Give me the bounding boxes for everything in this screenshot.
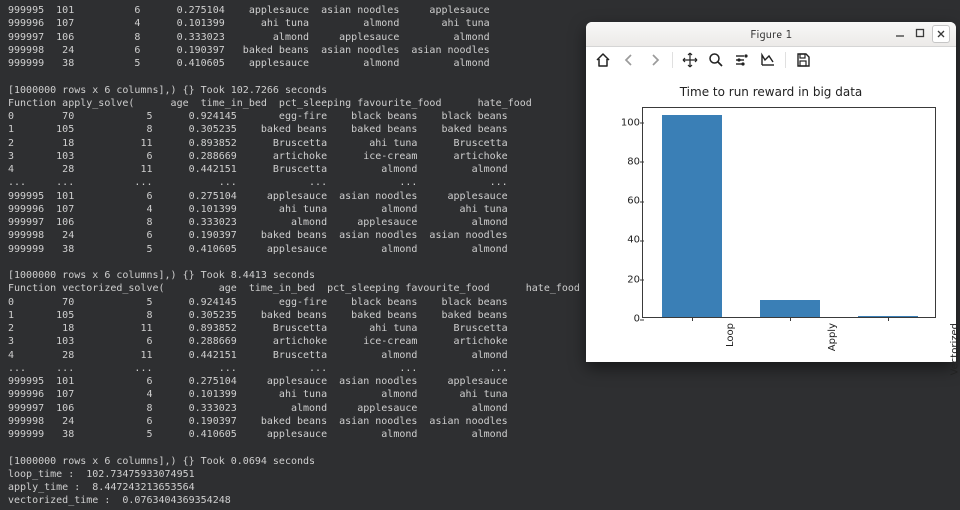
- window-titlebar[interactable]: Figure 1: [586, 22, 956, 47]
- xtick-mark: [888, 317, 889, 321]
- maximize-button[interactable]: [912, 25, 928, 41]
- terminal-line: 999995 101 6 0.275104 applesauce asian n…: [8, 375, 952, 388]
- ytick-label: 100: [620, 117, 640, 128]
- chart-axes: LoopApplyVectorized: [642, 107, 936, 318]
- terminal-line: [8, 441, 952, 454]
- terminal-line: 999997 106 8 0.333023 almond applesauce …: [8, 402, 952, 415]
- terminal-line: loop_time : 102.73475933074951: [8, 468, 952, 481]
- ytick-label: 20: [620, 274, 640, 285]
- terminal-line: 999998 24 6 0.190397 baked beans asian n…: [8, 415, 952, 428]
- ytick-label: 60: [620, 196, 640, 207]
- pan-icon[interactable]: [681, 51, 699, 69]
- terminal-line: vectorized_time : 0.0763404369354248: [8, 494, 952, 507]
- terminal-line: 999995 101 6 0.275104 applesauce asian n…: [8, 4, 952, 17]
- save-icon[interactable]: [794, 51, 812, 69]
- plot-canvas[interactable]: Time to run reward in big data LoopApply…: [586, 73, 956, 362]
- chart-bar: [760, 300, 821, 317]
- window-controls: [892, 25, 950, 43]
- chart-bar: [662, 115, 723, 317]
- edit-axes-icon[interactable]: [759, 51, 777, 69]
- close-button[interactable]: [932, 25, 950, 43]
- xtick-label: Apply: [827, 317, 838, 351]
- terminal-line: apply_time : 8.447243213653564: [8, 481, 952, 494]
- terminal-line: ... ... ... ... ... ... ...: [8, 362, 952, 375]
- minimize-button[interactable]: [892, 25, 908, 41]
- xtick-mark: [692, 317, 693, 321]
- back-icon[interactable]: [620, 51, 638, 69]
- toolbar-separator: [785, 52, 786, 68]
- subplots-icon[interactable]: [733, 51, 751, 69]
- mpl-toolbar: [586, 47, 956, 73]
- zoom-icon[interactable]: [707, 51, 725, 69]
- matplotlib-figure-window: Figure 1: [586, 22, 956, 362]
- terminal-line: 999999 38 5 0.410605 applesauce almond a…: [8, 428, 952, 441]
- ytick-label: 0: [620, 314, 640, 325]
- terminal-line: 999996 107 4 0.101399 ahi tuna almond ah…: [8, 388, 952, 401]
- xtick-label: Vectorized: [949, 317, 960, 375]
- window-title: Figure 1: [750, 26, 792, 42]
- ytick-label: 80: [620, 156, 640, 167]
- toolbar-separator: [672, 52, 673, 68]
- ytick-label: 40: [620, 235, 640, 246]
- chart-title: Time to run reward in big data: [586, 85, 956, 99]
- home-icon[interactable]: [594, 51, 612, 69]
- xtick-mark: [790, 317, 791, 321]
- forward-icon[interactable]: [646, 51, 664, 69]
- xtick-label: Loop: [725, 317, 736, 347]
- terminal-line: [1000000 rows x 6 columns],) {} Took 0.0…: [8, 455, 952, 468]
